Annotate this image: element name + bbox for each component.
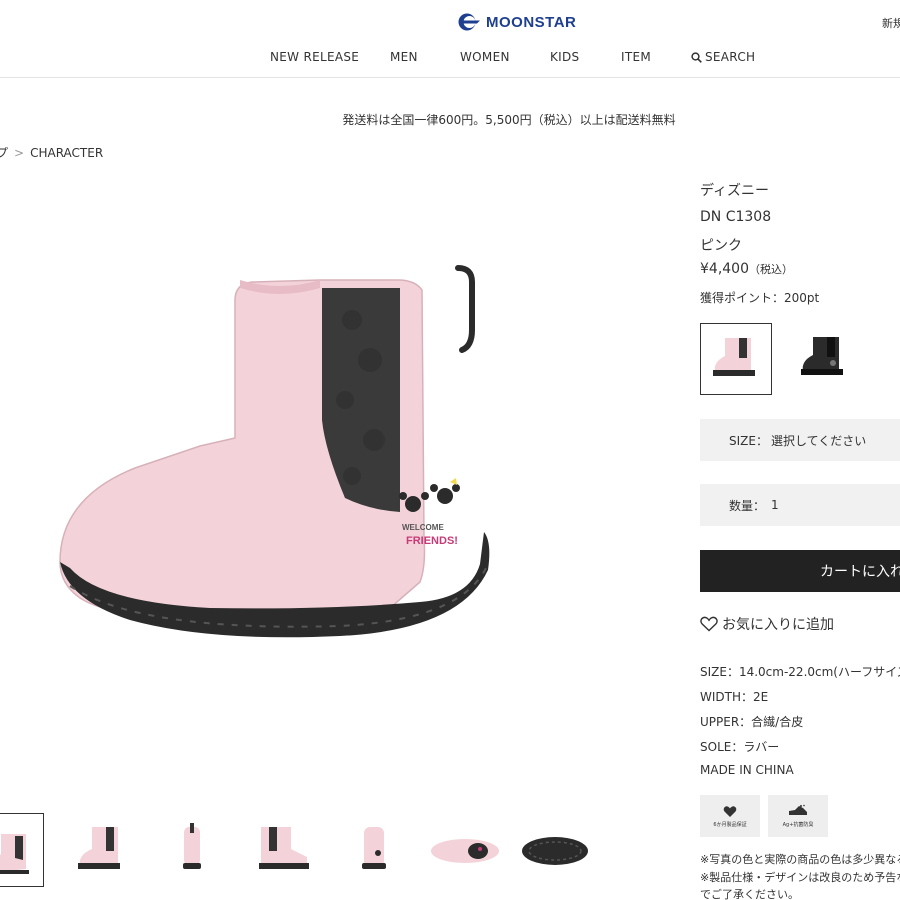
thumbnail-front-view — [362, 827, 386, 869]
spec-origin: MADE IN CHINA — [700, 763, 794, 777]
feature-antibacterial-label: Ag+抗菌防臭 — [782, 822, 814, 828]
logo-text: MOONSTAR — [486, 13, 577, 31]
thumbnail-image[interactable] — [0, 813, 44, 887]
nav-men[interactable]: MEN — [390, 50, 418, 64]
thumbnail-image[interactable] — [62, 813, 136, 887]
color-variant-pink[interactable] — [700, 323, 772, 395]
size-select-value: 選択してください — [771, 433, 867, 448]
product-model: DN C1308 — [700, 209, 772, 225]
thumbnail-inner-view — [259, 827, 309, 869]
quantity-select[interactable]: 数量： 1 — [700, 484, 900, 526]
main-nav: NEW RELEASE MEN WOMEN KIDS ITEM SEARCH — [0, 50, 900, 68]
add-to-cart-button[interactable]: カートに入れ — [700, 550, 900, 592]
size-select[interactable]: SIZE： 選択してください — [700, 419, 900, 461]
heart-icon — [723, 805, 737, 817]
spec-width: WIDTH：2E — [700, 690, 769, 704]
disclaimer-note: でご了承ください。 — [700, 888, 799, 900]
feature-warranty-label: 6か月製品保証 — [713, 821, 747, 828]
shipping-promo: 発送料は全国一律600円。5,500円（税込）以上は配送料無料 — [342, 113, 676, 127]
nav-kids[interactable]: KIDS — [550, 50, 579, 64]
spec-sole: SOLE：ラバー — [700, 740, 780, 754]
breadcrumb-current[interactable]: CHARACTER — [30, 146, 103, 160]
thumbnail-image[interactable] — [428, 813, 502, 887]
site-header: MOONSTAR 新規 NEW RELEASE MEN WOMEN KIDS I… — [0, 0, 900, 78]
breadcrumb: プ > CHARACTER — [0, 144, 103, 161]
favorites-label: お気に入りに追加 — [722, 617, 834, 633]
feature-antibacterial-badge: Ag+抗菌防臭 — [768, 795, 828, 837]
thumbnail-top-view — [431, 839, 499, 863]
feature-warranty-badge: 6か月製品保証 — [700, 795, 760, 837]
nav-item[interactable]: ITEM — [621, 50, 651, 64]
size-select-label: SIZE： — [729, 433, 768, 448]
breadcrumb-prev[interactable]: プ — [0, 146, 8, 160]
nav-search[interactable]: SEARCH — [691, 50, 755, 64]
quantity-select-label: 数量： — [729, 498, 766, 513]
thumbnail-image[interactable] — [247, 813, 321, 887]
thumbnail-side-view — [0, 834, 29, 874]
thumbnail-strip — [0, 813, 640, 889]
svg-text:WELCOME: WELCOME — [402, 523, 444, 532]
breadcrumb-separator: > — [14, 146, 25, 160]
reward-points: 獲得ポイント：200pt — [700, 291, 820, 305]
add-to-favorites[interactable]: お気に入りに追加 — [700, 614, 834, 634]
product-brand: ディズニー — [700, 183, 770, 199]
shoe-icon — [789, 804, 807, 815]
moonstar-logo-icon — [458, 13, 480, 31]
thumbnail-back-view — [183, 823, 201, 869]
thumbnail-outer-view — [78, 827, 120, 869]
price-value: ¥4,400 — [700, 261, 749, 277]
register-link[interactable]: 新規 — [882, 15, 900, 31]
thumbnail-sole-view — [522, 837, 588, 865]
moonstar-logo[interactable]: MOONSTAR — [456, 12, 576, 32]
quantity-select-value: 1 — [771, 498, 779, 512]
search-icon — [691, 51, 702, 63]
thumbnail-image[interactable] — [156, 813, 230, 887]
svg-text:FRIENDS!: FRIENDS! — [406, 535, 458, 547]
variant-black-image — [801, 337, 843, 375]
product-price: ¥4,400（税込） — [700, 261, 793, 277]
nav-search-label: SEARCH — [705, 50, 756, 64]
price-tax-label: （税込） — [749, 263, 793, 276]
spec-upper: UPPER：合繊/合皮 — [700, 715, 804, 729]
heart-icon — [700, 616, 718, 632]
color-variant-black[interactable] — [789, 323, 861, 395]
disclaimer-note: ※製品仕様・デザインは改良のため予告なく — [700, 871, 900, 884]
variant-pink-image — [713, 338, 755, 376]
spec-size: SIZE：14.0cm-22.0cm(ハーフサイズ無 — [700, 665, 900, 679]
disclaimer-note: ※写真の色と実際の商品の色は多少異なる場 — [700, 853, 900, 866]
nav-women[interactable]: WOMEN — [460, 50, 510, 64]
thumbnail-image[interactable] — [338, 813, 412, 887]
main-product-image: WELCOME FRIENDS! — [59, 265, 490, 638]
product-color: ピンク — [700, 238, 742, 254]
nav-new-release[interactable]: NEW RELEASE — [270, 50, 359, 64]
thumbnail-image[interactable] — [518, 813, 592, 887]
